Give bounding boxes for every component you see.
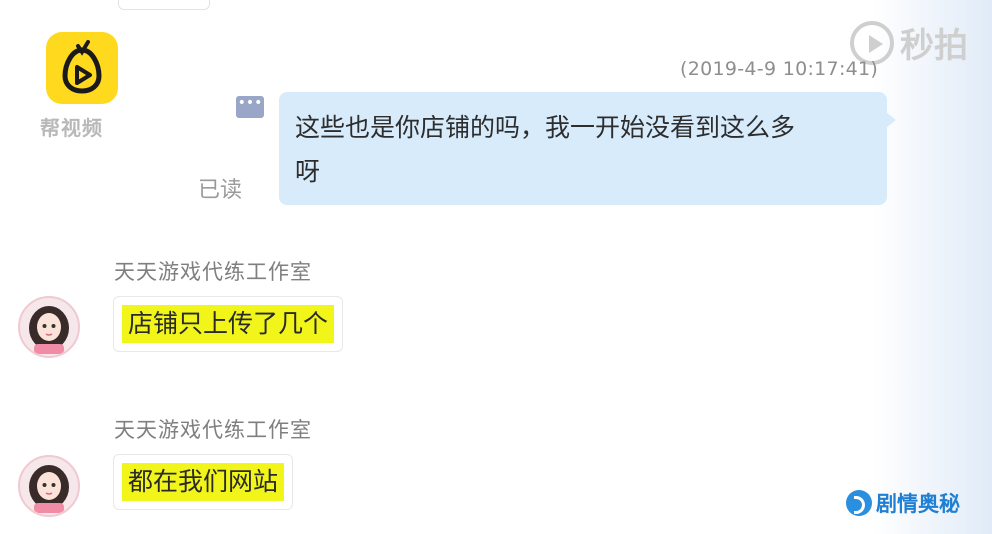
watermark-top-text: 秒拍 xyxy=(900,26,968,66)
sender-name: 天天游戏代练工作室 xyxy=(114,260,312,284)
incoming-message-bubble[interactable]: 都在我们网站 xyxy=(113,454,294,510)
message-text: 都在我们网站 xyxy=(122,463,285,501)
avatar[interactable] xyxy=(18,455,80,517)
background-gradient xyxy=(872,0,992,534)
app-logo-icon xyxy=(46,32,118,104)
avatar[interactable] xyxy=(18,296,80,358)
watermark-bottom-text: 剧情奥秘 xyxy=(876,492,960,516)
message-text-line: 这些也是你店铺的吗，我一开始没看到这么多 xyxy=(295,113,796,142)
previous-message-stub xyxy=(118,0,210,10)
message-text-line: 呀 xyxy=(295,157,321,186)
sender-name: 天天游戏代练工作室 xyxy=(114,418,312,442)
incoming-message-bubble[interactable]: 店铺只上传了几个 xyxy=(113,296,344,352)
watermark-bottom: 剧情奥秘 xyxy=(846,488,960,518)
more-dots-icon[interactable]: ••• xyxy=(236,96,264,118)
watermark-logo-icon xyxy=(846,490,872,516)
app-name: 帮视频 xyxy=(40,116,103,140)
read-status: 已读 xyxy=(198,178,243,203)
message-timestamp: (2019-4-9 10:17:41) xyxy=(680,58,879,80)
message-text: 店铺只上传了几个 xyxy=(122,305,335,343)
outgoing-message-bubble[interactable]: 这些也是你店铺的吗，我一开始没看到这么多 呀 xyxy=(279,92,896,205)
